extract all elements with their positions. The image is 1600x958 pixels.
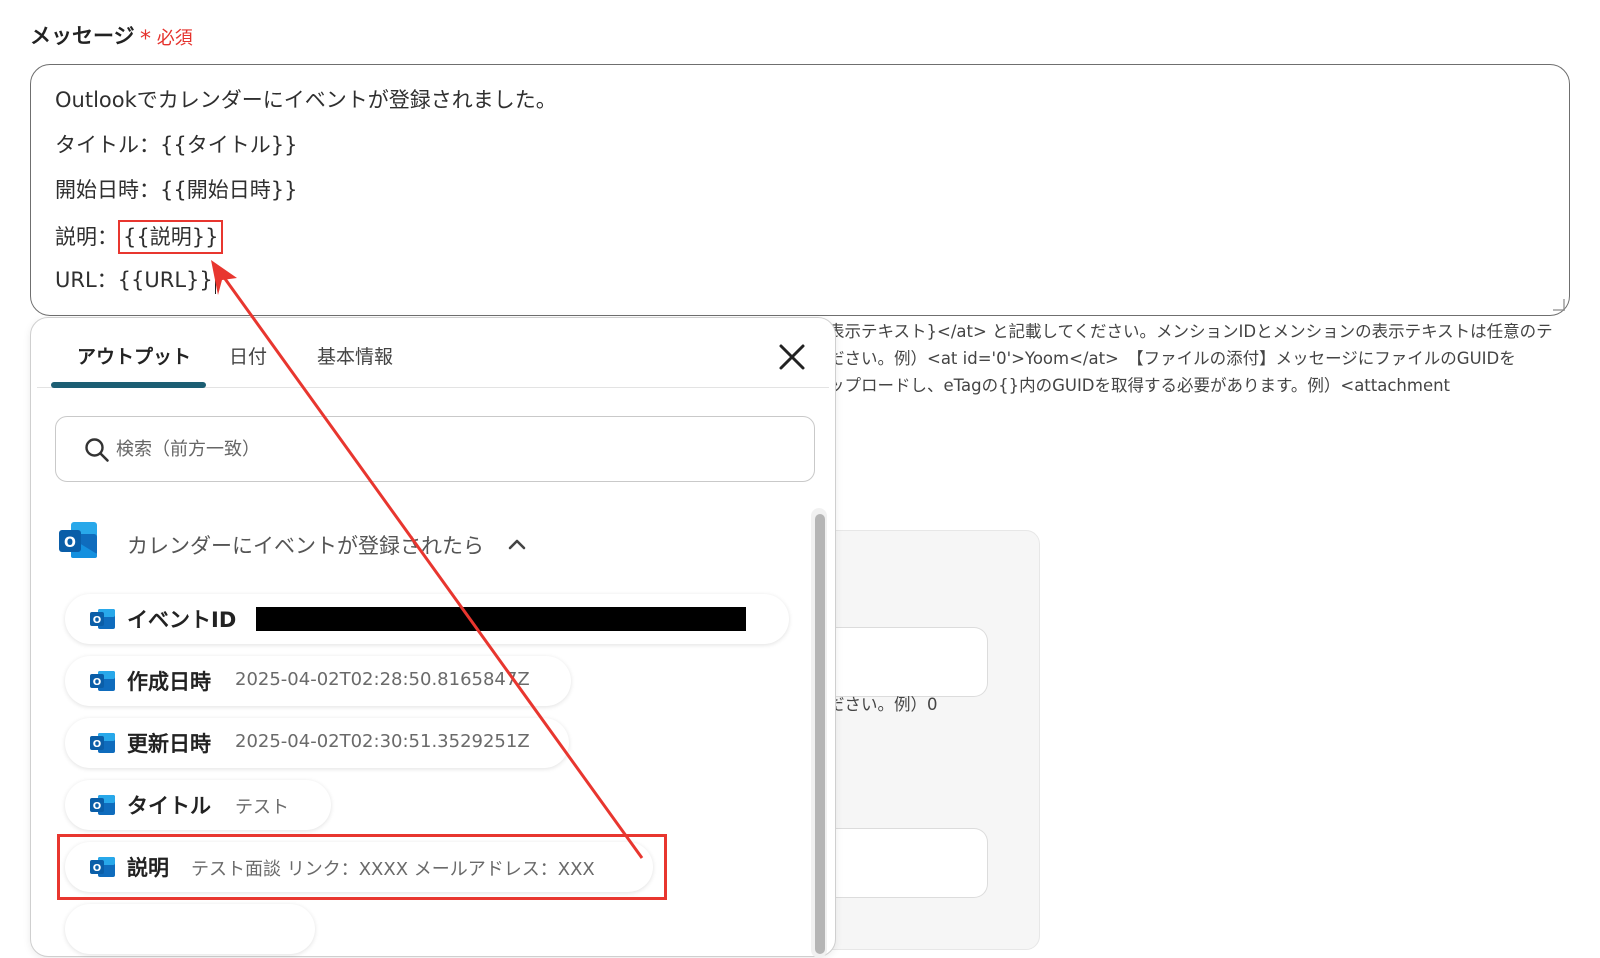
help-line-2: ださい。例）<at id='0'>Yoom</at> 【ファイルの添付】メッセー… [828, 349, 1516, 368]
help-text: 表示テキスト}</at> と記載してください。メンションIDとメンションの表示テ… [828, 318, 1568, 399]
output-item-next[interactable] [65, 904, 315, 954]
help-line-1: 表示テキスト}</at> と記載してください。メンションIDとメンションの表示テ… [828, 322, 1553, 341]
output-item-value: 2025-04-02T02:28:50.8165847Z [235, 669, 530, 690]
output-item-value: 2025-04-02T02:30:51.3529251Z [235, 731, 530, 752]
outlook-icon: O [57, 518, 101, 566]
message-textarea[interactable]: Outlookでカレンダーにイベントが登録されました。 タイトル：{{タイトル}… [30, 64, 1570, 316]
svg-text:O: O [93, 615, 102, 626]
search-input[interactable] [114, 431, 794, 467]
message-line-1: Outlookでカレンダーにイベントが登録されました。 [55, 88, 557, 112]
close-icon[interactable] [777, 342, 807, 372]
tab-basic-info[interactable]: 基本情報 [317, 342, 393, 369]
redacted-value [256, 607, 746, 631]
tab-date[interactable]: 日付 [229, 342, 267, 369]
message-line-4-label: 説明： [55, 225, 118, 249]
svg-text:O: O [93, 801, 102, 812]
outlook-icon: O [89, 669, 117, 697]
output-item-key: 作成日時 [127, 670, 211, 694]
message-field-label: メッセージ [30, 24, 135, 48]
text-caret [214, 268, 216, 294]
tab-output[interactable]: アウトプット [77, 342, 191, 369]
svg-text:O: O [93, 739, 102, 750]
output-group-header[interactable]: O カレンダーにイベントが登録されたら [57, 518, 617, 578]
svg-text:O: O [93, 677, 102, 688]
output-item-title[interactable]: O タイトル テスト [65, 780, 331, 830]
output-item-key: 更新日時 [127, 732, 211, 756]
output-item-key: イベントID [127, 608, 237, 632]
output-panel: アウトプット 日付 基本情報 O カレンダーにイベントが登録されたら [30, 317, 836, 958]
message-line-5-text: URL：{{URL}} [55, 268, 213, 292]
message-line-3: 開始日時：{{開始日時}} [55, 178, 298, 202]
highlighted-variable: {{説明}} [118, 220, 224, 254]
required-badge: * 必須 [140, 27, 193, 52]
outlook-icon: O [89, 731, 117, 759]
background-input-1[interactable] [818, 627, 988, 697]
message-line-4: 説明： {{説明}} [55, 220, 1545, 265]
required-text: 必須 [156, 28, 193, 49]
resize-handle[interactable] [1553, 299, 1565, 311]
message-line-5: URL：{{URL}} [55, 265, 1545, 310]
active-tab-indicator [51, 382, 206, 388]
output-item-value: テスト [235, 797, 289, 818]
highlight-box-description [57, 834, 667, 900]
search-icon [84, 437, 110, 467]
scrollbar-thumb[interactable] [815, 514, 825, 954]
svg-text:O: O [64, 535, 76, 551]
search-box [55, 416, 815, 482]
help-text-2: ださい。例）0 [828, 695, 938, 714]
output-item-created[interactable]: O 作成日時 2025-04-02T02:28:50.8165847Z [65, 656, 571, 706]
background-input-2[interactable] [818, 828, 988, 898]
chevron-up-icon[interactable] [507, 536, 527, 555]
outlook-icon: O [89, 607, 117, 635]
message-line-2: タイトル：{{タイトル}} [55, 133, 298, 157]
output-item-updated[interactable]: O 更新日時 2025-04-02T02:30:51.3529251Z [65, 718, 569, 768]
panel-tabs: アウトプット 日付 基本情報 [37, 318, 829, 388]
output-item-key: タイトル [127, 794, 211, 818]
output-item-event-id[interactable]: O イベントID [65, 594, 789, 644]
help-line-3: ップロードし、eTagの{}内のGUIDを取得する必要があります。例）<atta… [828, 376, 1451, 395]
group-title: カレンダーにイベントが登録されたら [127, 534, 484, 558]
outlook-icon: O [89, 793, 117, 821]
